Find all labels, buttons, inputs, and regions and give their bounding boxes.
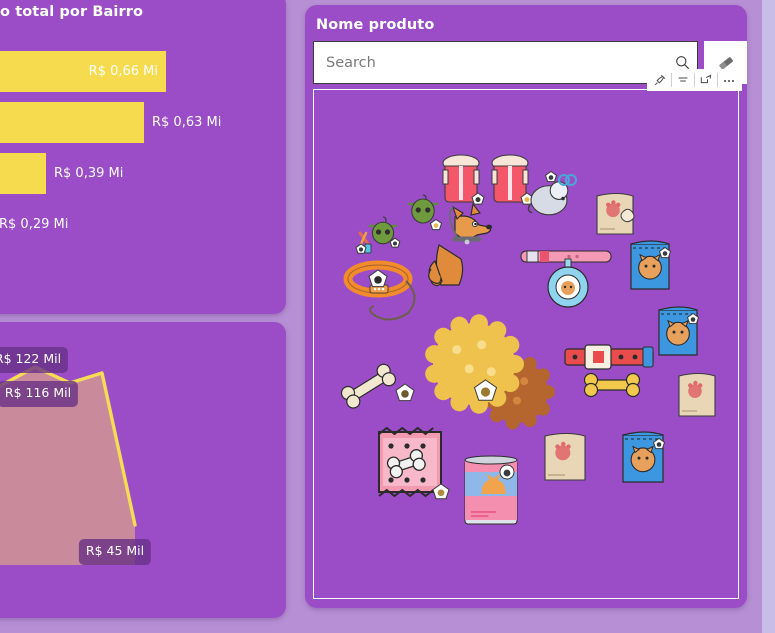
dog-food-bag-tan-3[interactable] bbox=[544, 432, 586, 481]
pet-nail-clipper[interactable] bbox=[355, 231, 372, 254]
focus-mode-icon[interactable] bbox=[695, 70, 717, 90]
bar-chart-plot: R$ 0,66 Mi R$ 0,63 Mi R$ 0,39 Mi R$ 0,29 Mi bbox=[0, 47, 286, 251]
more-options-icon[interactable] bbox=[718, 70, 740, 90]
bar-value-label: R$ 0,63 Mi bbox=[152, 114, 222, 130]
treat-bag-pink[interactable] bbox=[378, 426, 450, 500]
area-series bbox=[0, 365, 137, 565]
pet-jacket-pink-2[interactable] bbox=[491, 154, 534, 205]
panel-total-por-bairro: o total por Bairro R$ 0,66 Mi R$ 0,63 Mi R… bbox=[0, 0, 286, 314]
bar[interactable] bbox=[0, 152, 46, 194]
bar-row[interactable]: R$ 0,63 Mi bbox=[0, 98, 286, 146]
data-point-label: R$ 122 Mil bbox=[0, 347, 69, 373]
bar-value-label: R$ 0,66 Mi bbox=[88, 63, 158, 79]
data-point-label: R$ 45 Mil bbox=[78, 539, 152, 565]
product-illustrations bbox=[339, 154, 716, 525]
cat-food-can[interactable] bbox=[464, 455, 518, 525]
pet-harness-green-1[interactable] bbox=[407, 194, 443, 231]
bar-row[interactable]: R$ 0,39 Mi bbox=[0, 149, 286, 197]
product-image-grid[interactable] bbox=[313, 89, 739, 599]
pet-harness-green-2[interactable] bbox=[368, 216, 401, 248]
gallery-title: Nome produto bbox=[316, 17, 435, 33]
dog-food-bag-tan-1[interactable] bbox=[596, 192, 635, 235]
data-point-label: R$ 116 Mil bbox=[0, 381, 79, 407]
visual-header-toolbar bbox=[647, 69, 742, 91]
bar-value-label: R$ 0,39 Mi bbox=[54, 165, 124, 181]
search-icon[interactable] bbox=[667, 55, 697, 70]
collar-red-studded[interactable] bbox=[564, 344, 654, 370]
line-chart-plot: 22 Mil8 MilR$ 126 MilR$ 122 MilR$ 116 Mi… bbox=[0, 340, 286, 565]
pin-icon[interactable] bbox=[649, 70, 671, 90]
cat-food-bag-blue-2[interactable] bbox=[658, 306, 700, 356]
page-scrollbar[interactable] bbox=[762, 0, 775, 633]
mouse-toy[interactable] bbox=[527, 170, 577, 216]
bar-row[interactable]: R$ 0,29 Mi bbox=[0, 200, 286, 248]
bar[interactable] bbox=[0, 101, 144, 143]
bone-toy-yellow[interactable] bbox=[583, 372, 641, 398]
dog-food-bag-tan-2[interactable] bbox=[678, 372, 716, 417]
cat-food-bag-blue-3[interactable] bbox=[622, 431, 666, 483]
panel-nome-produto: Nome produto bbox=[305, 5, 747, 608]
cat-food-bag-blue-1[interactable] bbox=[630, 240, 672, 290]
bar-value-label: R$ 0,29 Mi bbox=[0, 216, 69, 232]
bone-toy-large[interactable] bbox=[339, 362, 415, 411]
pet-tag-blue[interactable] bbox=[547, 258, 589, 308]
search-box[interactable] bbox=[313, 41, 698, 84]
dog-sitting[interactable] bbox=[428, 202, 492, 287]
collar-orange[interactable] bbox=[343, 260, 416, 321]
panel-line-chart: 22 Mil8 MilR$ 126 MilR$ 122 MilR$ 116 Mi… bbox=[0, 322, 286, 618]
bar-row[interactable]: R$ 0,66 Mi bbox=[0, 47, 286, 95]
bar-chart-title: o total por Bairro bbox=[0, 4, 144, 20]
pet-jacket-pink-1[interactable] bbox=[442, 154, 485, 205]
search-input[interactable] bbox=[314, 54, 667, 71]
dashboard-root: o total por Bairro R$ 0,66 Mi R$ 0,63 Mi R… bbox=[0, 0, 775, 633]
filter-icon[interactable] bbox=[672, 70, 694, 90]
